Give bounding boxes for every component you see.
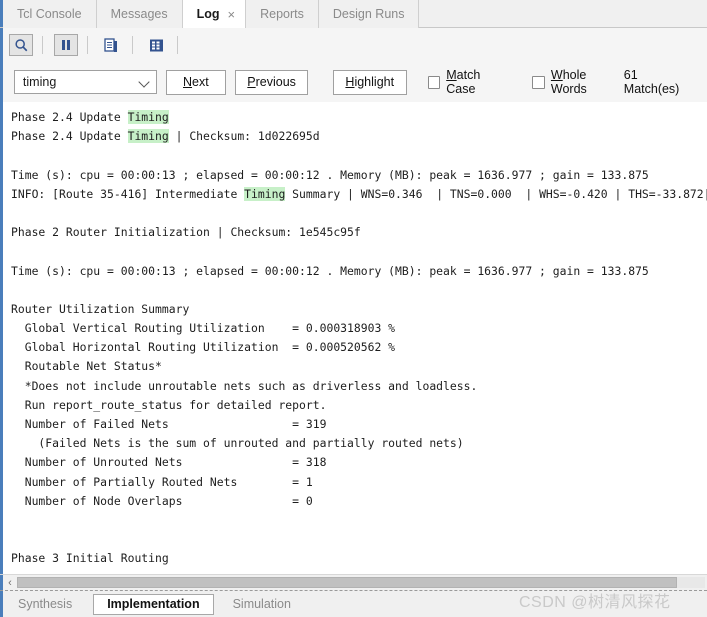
log-content-area: Phase 2.4 Update Timing Phase 2.4 Update … — [0, 102, 707, 574]
bottom-tab-label: Synthesis — [18, 597, 73, 611]
report-document-icon[interactable] — [99, 34, 123, 56]
chevron-down-icon[interactable] — [140, 77, 150, 87]
top-tab-bar: Tcl Console Messages Log × Reports Desig… — [0, 0, 707, 28]
search-input-value: timing — [22, 75, 57, 89]
close-glyph: × — [227, 6, 236, 22]
log-line: Time (s): cpu = 00:00:13 ; elapsed = 00:… — [11, 167, 649, 182]
match-case-label: Match Case — [446, 68, 481, 96]
log-line: Global Horizontal Routing Utilization = … — [11, 340, 396, 355]
log-line: Phase 2 Router Initialization | Checksum… — [11, 225, 361, 240]
next-button[interactable]: Next — [165, 69, 226, 95]
search-match-highlight: Timing — [244, 186, 286, 201]
log-line: Number of Partially Routed Nets = 1 — [11, 474, 313, 489]
left-accent-bar — [0, 28, 3, 62]
tab-tcl-console[interactable]: Tcl Console — [3, 0, 97, 28]
log-line: Time (s): cpu = 00:00:13 ; elapsed = 00:… — [11, 263, 649, 278]
tab-log[interactable]: Log — [182, 0, 226, 28]
left-accent-bar — [0, 62, 3, 102]
tab-design-runs[interactable]: Design Runs — [318, 0, 420, 28]
tab-label: Design Runs — [332, 7, 405, 21]
pause-icon-glyph — [62, 40, 70, 50]
previous-button[interactable]: Previous — [234, 69, 309, 95]
previous-button-label: Previous — [247, 75, 296, 89]
log-line: Number of Failed Nets = 319 — [11, 417, 327, 431]
log-line: INFO: [Route 35-416] Intermediate Timing… — [11, 186, 707, 201]
tab-label: Reports — [260, 7, 304, 21]
find-bar: timing Next Previous Highlight Match Cas… — [0, 62, 707, 102]
match-count-label: 61 Match(es) — [623, 68, 680, 96]
bottom-tab-simulation[interactable]: Simulation — [220, 594, 304, 615]
log-line: Number of Unrouted Nets = 318 — [11, 455, 327, 470]
tab-label: Log — [196, 7, 220, 21]
search-match-highlight: Timing — [127, 129, 169, 144]
toolbar-separator — [42, 36, 43, 54]
tab-reports[interactable]: Reports — [246, 0, 319, 28]
search-match-highlight: Timing — [127, 110, 169, 124]
log-toolbar — [0, 28, 707, 62]
whole-words-label: Whole Words — [550, 68, 587, 96]
log-line: Routable Net Status* — [11, 359, 162, 374]
bottom-tab-synthesis[interactable]: Synthesis — [5, 594, 85, 615]
log-line: Run report_route_status for detailed rep… — [11, 397, 327, 412]
highlight-button[interactable]: Highlight — [332, 69, 407, 95]
toolbar-separator — [132, 36, 133, 54]
scroll-left-arrow-icon[interactable]: ‹ — [3, 575, 17, 591]
whole-words-checkbox[interactable]: Whole Words — [532, 68, 624, 96]
bottom-tab-bar: Synthesis Implementation Simulation — [0, 590, 707, 617]
log-line: Number of Node Overlaps = 0 — [11, 493, 313, 508]
tab-label: Tcl Console — [17, 7, 82, 21]
highlight-button-label: Highlight — [345, 75, 395, 89]
bottom-tab-label: Implementation — [107, 597, 200, 611]
scrollbar-track[interactable] — [17, 577, 705, 588]
log-line: Global Vertical Routing Utilization = 0.… — [11, 321, 396, 336]
match-case-checkbox[interactable]: Match Case — [427, 68, 512, 96]
scrollbar-thumb[interactable] — [17, 577, 678, 588]
log-line: Router Utilization Summary — [11, 301, 190, 316]
next-button-label: Next — [183, 75, 209, 89]
bottom-tab-implementation[interactable]: Implementation — [93, 593, 214, 615]
log-line: (Failed Nets is the sum of unrouted and … — [11, 436, 464, 451]
table-grid-icon-glyph — [149, 39, 163, 51]
tab-label: Messages — [110, 7, 168, 21]
search-input[interactable]: timing — [13, 70, 157, 94]
log-line: Phase 3 Initial Routing — [11, 551, 169, 566]
table-grid-icon[interactable] — [144, 34, 168, 56]
log-line: Phase 2.4 Update Timing — [11, 110, 169, 124]
pause-icon[interactable] — [54, 34, 78, 56]
log-line: Phase 2.4 Update Timing | Checksum: 1d02… — [11, 129, 320, 144]
search-icon[interactable] — [9, 34, 33, 56]
horizontal-scrollbar[interactable]: ‹ — [0, 574, 707, 591]
search-icon-glyph — [14, 38, 27, 51]
left-accent-bar — [0, 590, 3, 617]
toolbar-separator — [87, 36, 88, 54]
log-panel-window: Tcl Console Messages Log × Reports Desig… — [0, 0, 707, 617]
log-line: *Does not include unroutable nets such a… — [11, 378, 478, 393]
close-icon[interactable]: × — [225, 0, 247, 28]
bottom-tab-label: Simulation — [232, 597, 291, 611]
checkbox-box[interactable] — [532, 75, 545, 89]
toolbar-separator — [177, 36, 178, 54]
log-text[interactable]: Phase 2.4 Update Timing Phase 2.4 Update … — [3, 102, 707, 574]
checkbox-box[interactable] — [427, 75, 441, 89]
report-document-icon-glyph — [104, 37, 117, 52]
tab-messages[interactable]: Messages — [96, 0, 183, 28]
tab-bar-filler — [419, 0, 707, 27]
